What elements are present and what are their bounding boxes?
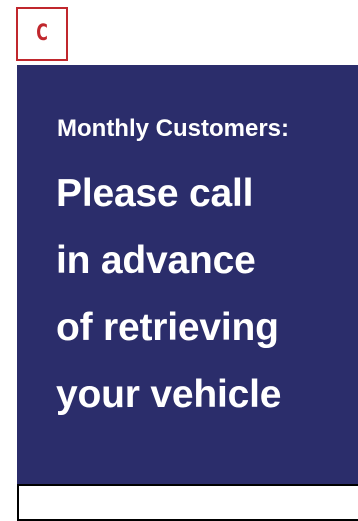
section-letter: C <box>36 21 48 46</box>
blank-bottom-strip <box>17 484 358 521</box>
sign-subtitle: Monthly Customers: <box>57 115 290 142</box>
parking-notice-sign: Monthly Customers: Please call in advanc… <box>17 65 358 484</box>
sign-message: Please call in advance of retrieving you… <box>56 160 281 428</box>
sign-message-line: of retrieving <box>56 306 279 349</box>
section-letter-badge: C <box>16 7 68 61</box>
sign-message-line: your vehicle <box>56 373 282 416</box>
sign-message-line: Please call <box>56 172 254 215</box>
sign-message-line: in advance <box>56 239 256 282</box>
